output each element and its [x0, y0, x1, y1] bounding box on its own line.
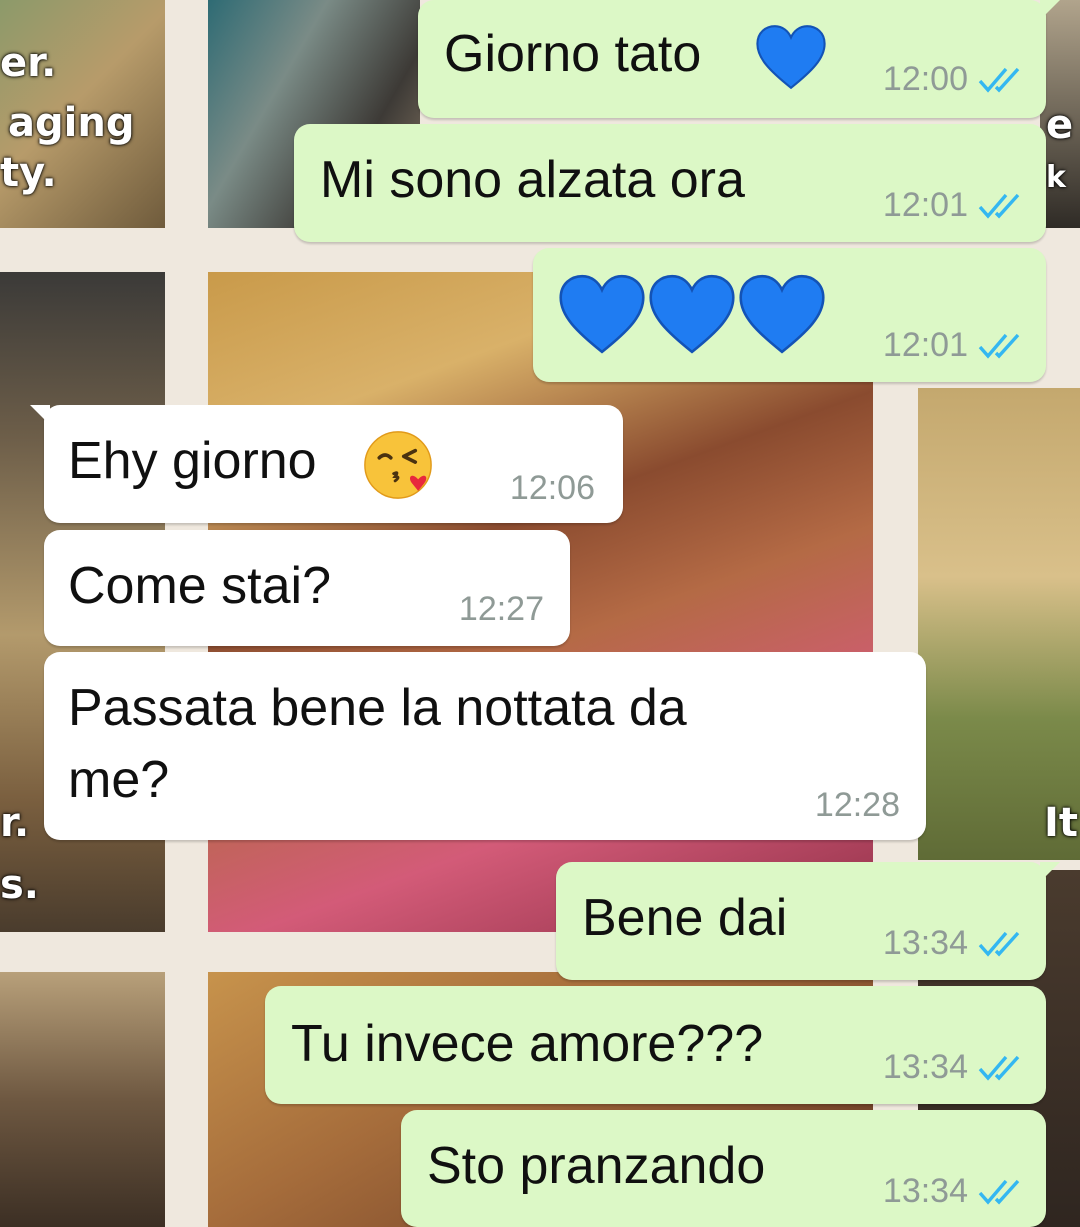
message-time: 12:06	[509, 469, 595, 507]
blue-heart-icon	[756, 24, 826, 95]
wallpaper-photo	[918, 388, 1080, 860]
message-text: Bene dai	[582, 889, 788, 947]
outgoing-message[interactable]: 12:01	[533, 248, 1046, 382]
wallpaper-caption: aging	[8, 100, 135, 146]
message-time: 13:34	[882, 924, 968, 962]
wallpaper-caption: s.	[0, 862, 40, 908]
double-check-read-icon	[978, 1179, 1020, 1205]
message-time: 12:00	[882, 60, 968, 98]
double-check-read-icon	[978, 67, 1020, 93]
double-check-read-icon	[978, 193, 1020, 219]
incoming-message[interactable]: Passata bene la nottata da me? 12:28	[44, 652, 926, 840]
outgoing-message[interactable]: Bene dai 13:34	[556, 862, 1060, 980]
message-meta: 12:27	[459, 590, 544, 629]
message-time: 12:01	[882, 326, 968, 364]
message-text: Sto pranzando	[427, 1137, 766, 1195]
message-text-line1: Passata bene la nottata da	[68, 679, 687, 737]
blue-heart-icon	[649, 274, 735, 359]
incoming-message[interactable]: Ehy giorno 12:06	[30, 405, 623, 523]
outgoing-message[interactable]: Giorno tato 12:00	[418, 0, 1060, 118]
outgoing-message[interactable]: Mi sono alzata ora 12:01	[294, 124, 1046, 242]
message-text: Tu invece amore???	[291, 1015, 764, 1073]
message-text: Giorno tato	[444, 25, 702, 83]
message-time: 12:27	[458, 590, 544, 628]
message-meta: 12:01	[883, 186, 1024, 225]
wallpaper-caption: It	[1044, 800, 1079, 846]
blue-heart-icon	[559, 274, 645, 359]
double-check-read-icon	[978, 333, 1020, 359]
outgoing-message[interactable]: Sto pranzando 13:34	[401, 1110, 1046, 1227]
message-time: 12:28	[814, 786, 900, 824]
wallpaper-photo	[0, 972, 165, 1227]
message-text: Mi sono alzata ora	[320, 151, 745, 209]
message-time: 12:01	[882, 186, 968, 224]
wallpaper-caption: ty.	[0, 150, 57, 196]
face-blowing-kiss-icon	[362, 429, 434, 506]
message-text-line2: me?	[68, 751, 170, 809]
blue-heart-icon	[739, 274, 825, 359]
message-meta: 13:34	[883, 1172, 1024, 1211]
message-meta: 13:34	[883, 1048, 1024, 1087]
double-check-read-icon	[978, 931, 1020, 957]
message-text: Ehy giorno	[68, 432, 317, 490]
message-meta: 12:06	[510, 469, 595, 508]
message-meta: 12:01	[883, 326, 1024, 365]
message-time: 13:34	[882, 1172, 968, 1210]
incoming-message[interactable]: Come stai? 12:27	[44, 530, 570, 646]
message-text: Come stai?	[68, 557, 331, 615]
message-meta: 12:00	[883, 60, 1024, 99]
message-time: 13:34	[882, 1048, 968, 1086]
wallpaper-caption: e	[1046, 102, 1074, 148]
wallpaper-caption: er.	[0, 40, 57, 86]
wallpaper-caption: k	[1046, 160, 1066, 195]
wallpaper-caption: r.	[0, 800, 30, 846]
message-meta: 12:28	[815, 786, 900, 825]
outgoing-message[interactable]: Tu invece amore??? 13:34	[265, 986, 1046, 1104]
message-meta: 13:34	[883, 924, 1024, 963]
double-check-read-icon	[978, 1055, 1020, 1081]
